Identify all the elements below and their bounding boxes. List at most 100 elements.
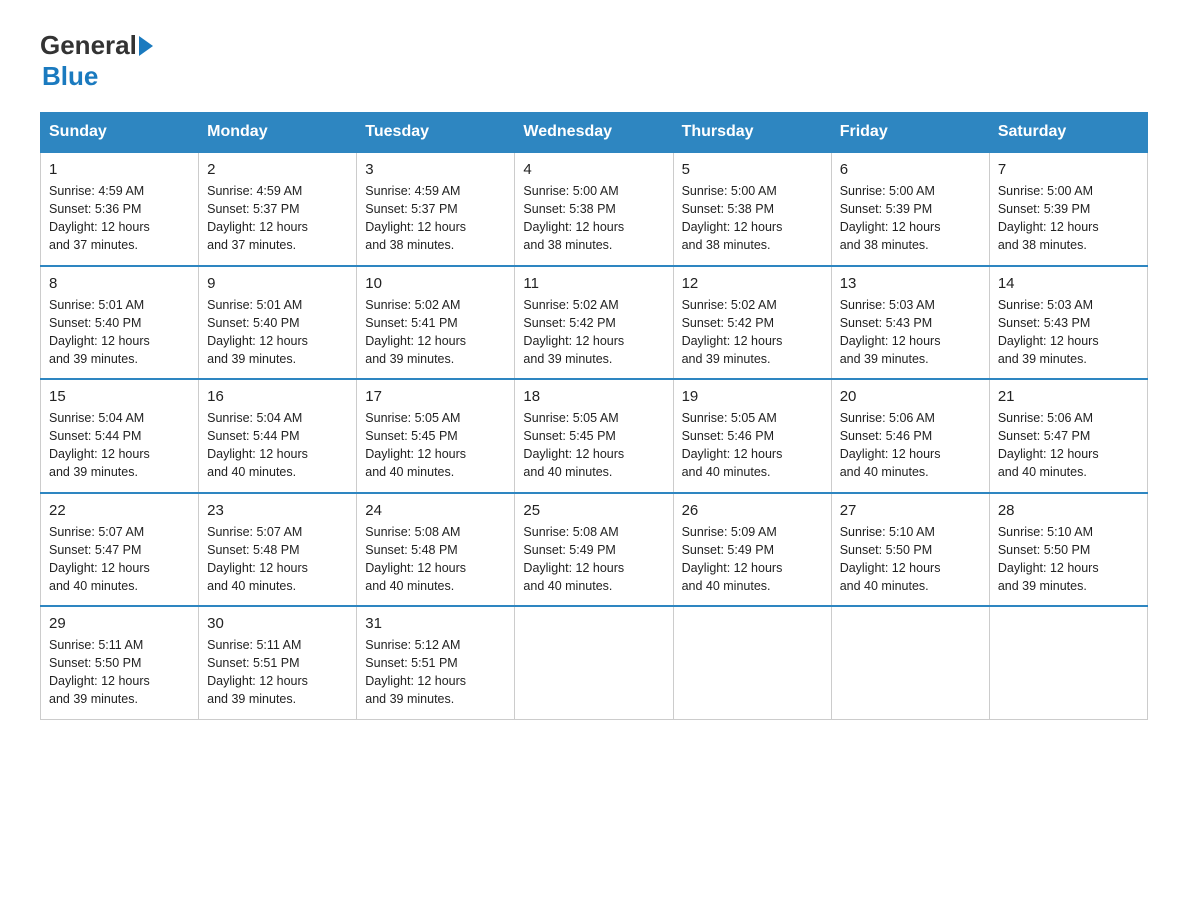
day-number: 27	[840, 502, 981, 519]
day-info: Sunrise: 5:04 AM Sunset: 5:44 PM Dayligh…	[49, 409, 190, 482]
day-info: Sunrise: 5:07 AM Sunset: 5:48 PM Dayligh…	[207, 523, 348, 596]
header: General Blue	[40, 30, 1148, 92]
calendar-header: SundayMondayTuesdayWednesdayThursdayFrid…	[41, 113, 1148, 153]
day-number: 21	[998, 388, 1139, 405]
calendar-cell: 12 Sunrise: 5:02 AM Sunset: 5:42 PM Dayli…	[673, 266, 831, 380]
calendar-cell: 3Sunrise: 4:59 AM Sunset: 5:37 PM Daylig…	[357, 152, 515, 266]
day-number: 4	[523, 161, 664, 178]
day-number: 20	[840, 388, 981, 405]
calendar-cell	[673, 606, 831, 719]
calendar-cell: 30 Sunrise: 5:11 AM Sunset: 5:51 PM Dayli…	[199, 606, 357, 719]
day-info: Sunrise: 5:00 AM Sunset: 5:38 PM Dayligh…	[682, 182, 823, 255]
weekday-header-sunday: Sunday	[41, 113, 199, 153]
calendar-cell: 5 Sunrise: 5:00 AM Sunset: 5:38 PM Daylig…	[673, 152, 831, 266]
weekday-header-monday: Monday	[199, 113, 357, 153]
day-info: Sunrise: 5:02 AM Sunset: 5:41 PM Dayligh…	[365, 296, 506, 369]
calendar-cell: 26Sunrise: 5:09 AM Sunset: 5:49 PM Dayli…	[673, 493, 831, 607]
day-number: 3	[365, 161, 506, 178]
day-number: 6	[840, 161, 981, 178]
calendar-cell: 2 Sunrise: 4:59 AM Sunset: 5:37 PM Daylig…	[199, 152, 357, 266]
day-number: 29	[49, 615, 190, 632]
day-number: 15	[49, 388, 190, 405]
day-number: 22	[49, 502, 190, 519]
day-number: 2	[207, 161, 348, 178]
day-info: Sunrise: 4:59 AM Sunset: 5:36 PM Dayligh…	[49, 182, 190, 255]
calendar-table: SundayMondayTuesdayWednesdayThursdayFrid…	[40, 112, 1148, 720]
calendar-cell: 15 Sunrise: 5:04 AM Sunset: 5:44 PM Dayli…	[41, 379, 199, 493]
day-number: 7	[998, 161, 1139, 178]
logo-arrow-icon	[139, 36, 153, 56]
day-info: Sunrise: 5:00 AM Sunset: 5:39 PM Dayligh…	[840, 182, 981, 255]
calendar-cell: 6 Sunrise: 5:00 AM Sunset: 5:39 PM Daylig…	[831, 152, 989, 266]
day-info: Sunrise: 4:59 AM Sunset: 5:37 PM Dayligh…	[207, 182, 348, 255]
calendar-cell: 24Sunrise: 5:08 AM Sunset: 5:48 PM Dayli…	[357, 493, 515, 607]
day-info: Sunrise: 5:12 AM Sunset: 5:51 PM Dayligh…	[365, 636, 506, 709]
logo-blue-text: Blue	[42, 61, 98, 91]
day-info: Sunrise: 5:07 AM Sunset: 5:47 PM Dayligh…	[49, 523, 190, 596]
calendar-cell: 20 Sunrise: 5:06 AM Sunset: 5:46 PM Dayli…	[831, 379, 989, 493]
calendar-cell: 8 Sunrise: 5:01 AM Sunset: 5:40 PM Daylig…	[41, 266, 199, 380]
logo: General Blue	[40, 30, 155, 92]
day-info: Sunrise: 5:03 AM Sunset: 5:43 PM Dayligh…	[840, 296, 981, 369]
day-info: Sunrise: 5:01 AM Sunset: 5:40 PM Dayligh…	[207, 296, 348, 369]
calendar-cell: 21 Sunrise: 5:06 AM Sunset: 5:47 PM Dayli…	[989, 379, 1147, 493]
day-info: Sunrise: 5:10 AM Sunset: 5:50 PM Dayligh…	[998, 523, 1139, 596]
day-number: 12	[682, 275, 823, 292]
day-number: 23	[207, 502, 348, 519]
day-info: Sunrise: 5:05 AM Sunset: 5:45 PM Dayligh…	[365, 409, 506, 482]
calendar-cell: 23 Sunrise: 5:07 AM Sunset: 5:48 PM Dayli…	[199, 493, 357, 607]
day-info: Sunrise: 5:11 AM Sunset: 5:50 PM Dayligh…	[49, 636, 190, 709]
day-info: Sunrise: 5:01 AM Sunset: 5:40 PM Dayligh…	[49, 296, 190, 369]
calendar-cell	[831, 606, 989, 719]
calendar-cell	[515, 606, 673, 719]
weekday-header-tuesday: Tuesday	[357, 113, 515, 153]
day-info: Sunrise: 5:04 AM Sunset: 5:44 PM Dayligh…	[207, 409, 348, 482]
day-number: 28	[998, 502, 1139, 519]
day-info: Sunrise: 5:05 AM Sunset: 5:46 PM Dayligh…	[682, 409, 823, 482]
day-info: Sunrise: 5:11 AM Sunset: 5:51 PM Dayligh…	[207, 636, 348, 709]
day-info: Sunrise: 5:00 AM Sunset: 5:38 PM Dayligh…	[523, 182, 664, 255]
calendar-cell: 17 Sunrise: 5:05 AM Sunset: 5:45 PM Dayli…	[357, 379, 515, 493]
day-info: Sunrise: 5:08 AM Sunset: 5:48 PM Dayligh…	[365, 523, 506, 596]
day-number: 5	[682, 161, 823, 178]
calendar-cell: 25 Sunrise: 5:08 AM Sunset: 5:49 PM Dayli…	[515, 493, 673, 607]
calendar-cell: 18Sunrise: 5:05 AM Sunset: 5:45 PM Dayli…	[515, 379, 673, 493]
weekday-header-friday: Friday	[831, 113, 989, 153]
day-info: Sunrise: 5:00 AM Sunset: 5:39 PM Dayligh…	[998, 182, 1139, 255]
weekday-header-wednesday: Wednesday	[515, 113, 673, 153]
day-info: Sunrise: 5:08 AM Sunset: 5:49 PM Dayligh…	[523, 523, 664, 596]
day-number: 1	[49, 161, 190, 178]
day-number: 26	[682, 502, 823, 519]
calendar-week-5: 29 Sunrise: 5:11 AM Sunset: 5:50 PM Dayli…	[41, 606, 1148, 719]
day-number: 31	[365, 615, 506, 632]
day-number: 25	[523, 502, 664, 519]
logo-general-text: General	[40, 30, 137, 61]
day-number: 8	[49, 275, 190, 292]
day-number: 17	[365, 388, 506, 405]
day-number: 11	[523, 275, 664, 292]
calendar-body: 1 Sunrise: 4:59 AM Sunset: 5:36 PM Daylig…	[41, 152, 1148, 719]
calendar-cell: 28 Sunrise: 5:10 AM Sunset: 5:50 PM Dayli…	[989, 493, 1147, 607]
weekday-header-saturday: Saturday	[989, 113, 1147, 153]
day-number: 18	[523, 388, 664, 405]
weekday-header-thursday: Thursday	[673, 113, 831, 153]
day-info: Sunrise: 5:06 AM Sunset: 5:46 PM Dayligh…	[840, 409, 981, 482]
day-number: 30	[207, 615, 348, 632]
day-info: Sunrise: 5:02 AM Sunset: 5:42 PM Dayligh…	[523, 296, 664, 369]
calendar-cell: 31 Sunrise: 5:12 AM Sunset: 5:51 PM Dayli…	[357, 606, 515, 719]
day-info: Sunrise: 5:10 AM Sunset: 5:50 PM Dayligh…	[840, 523, 981, 596]
calendar-cell	[989, 606, 1147, 719]
calendar-week-4: 22 Sunrise: 5:07 AM Sunset: 5:47 PM Dayli…	[41, 493, 1148, 607]
calendar-cell: 10Sunrise: 5:02 AM Sunset: 5:41 PM Dayli…	[357, 266, 515, 380]
calendar-week-3: 15 Sunrise: 5:04 AM Sunset: 5:44 PM Dayli…	[41, 379, 1148, 493]
day-number: 13	[840, 275, 981, 292]
day-info: Sunrise: 5:02 AM Sunset: 5:42 PM Dayligh…	[682, 296, 823, 369]
calendar-cell: 9Sunrise: 5:01 AM Sunset: 5:40 PM Daylig…	[199, 266, 357, 380]
calendar-cell: 11 Sunrise: 5:02 AM Sunset: 5:42 PM Dayli…	[515, 266, 673, 380]
day-number: 16	[207, 388, 348, 405]
day-info: Sunrise: 5:03 AM Sunset: 5:43 PM Dayligh…	[998, 296, 1139, 369]
day-info: Sunrise: 5:06 AM Sunset: 5:47 PM Dayligh…	[998, 409, 1139, 482]
calendar-cell: 22 Sunrise: 5:07 AM Sunset: 5:47 PM Dayli…	[41, 493, 199, 607]
calendar-cell: 4 Sunrise: 5:00 AM Sunset: 5:38 PM Daylig…	[515, 152, 673, 266]
calendar-cell: 7 Sunrise: 5:00 AM Sunset: 5:39 PM Daylig…	[989, 152, 1147, 266]
